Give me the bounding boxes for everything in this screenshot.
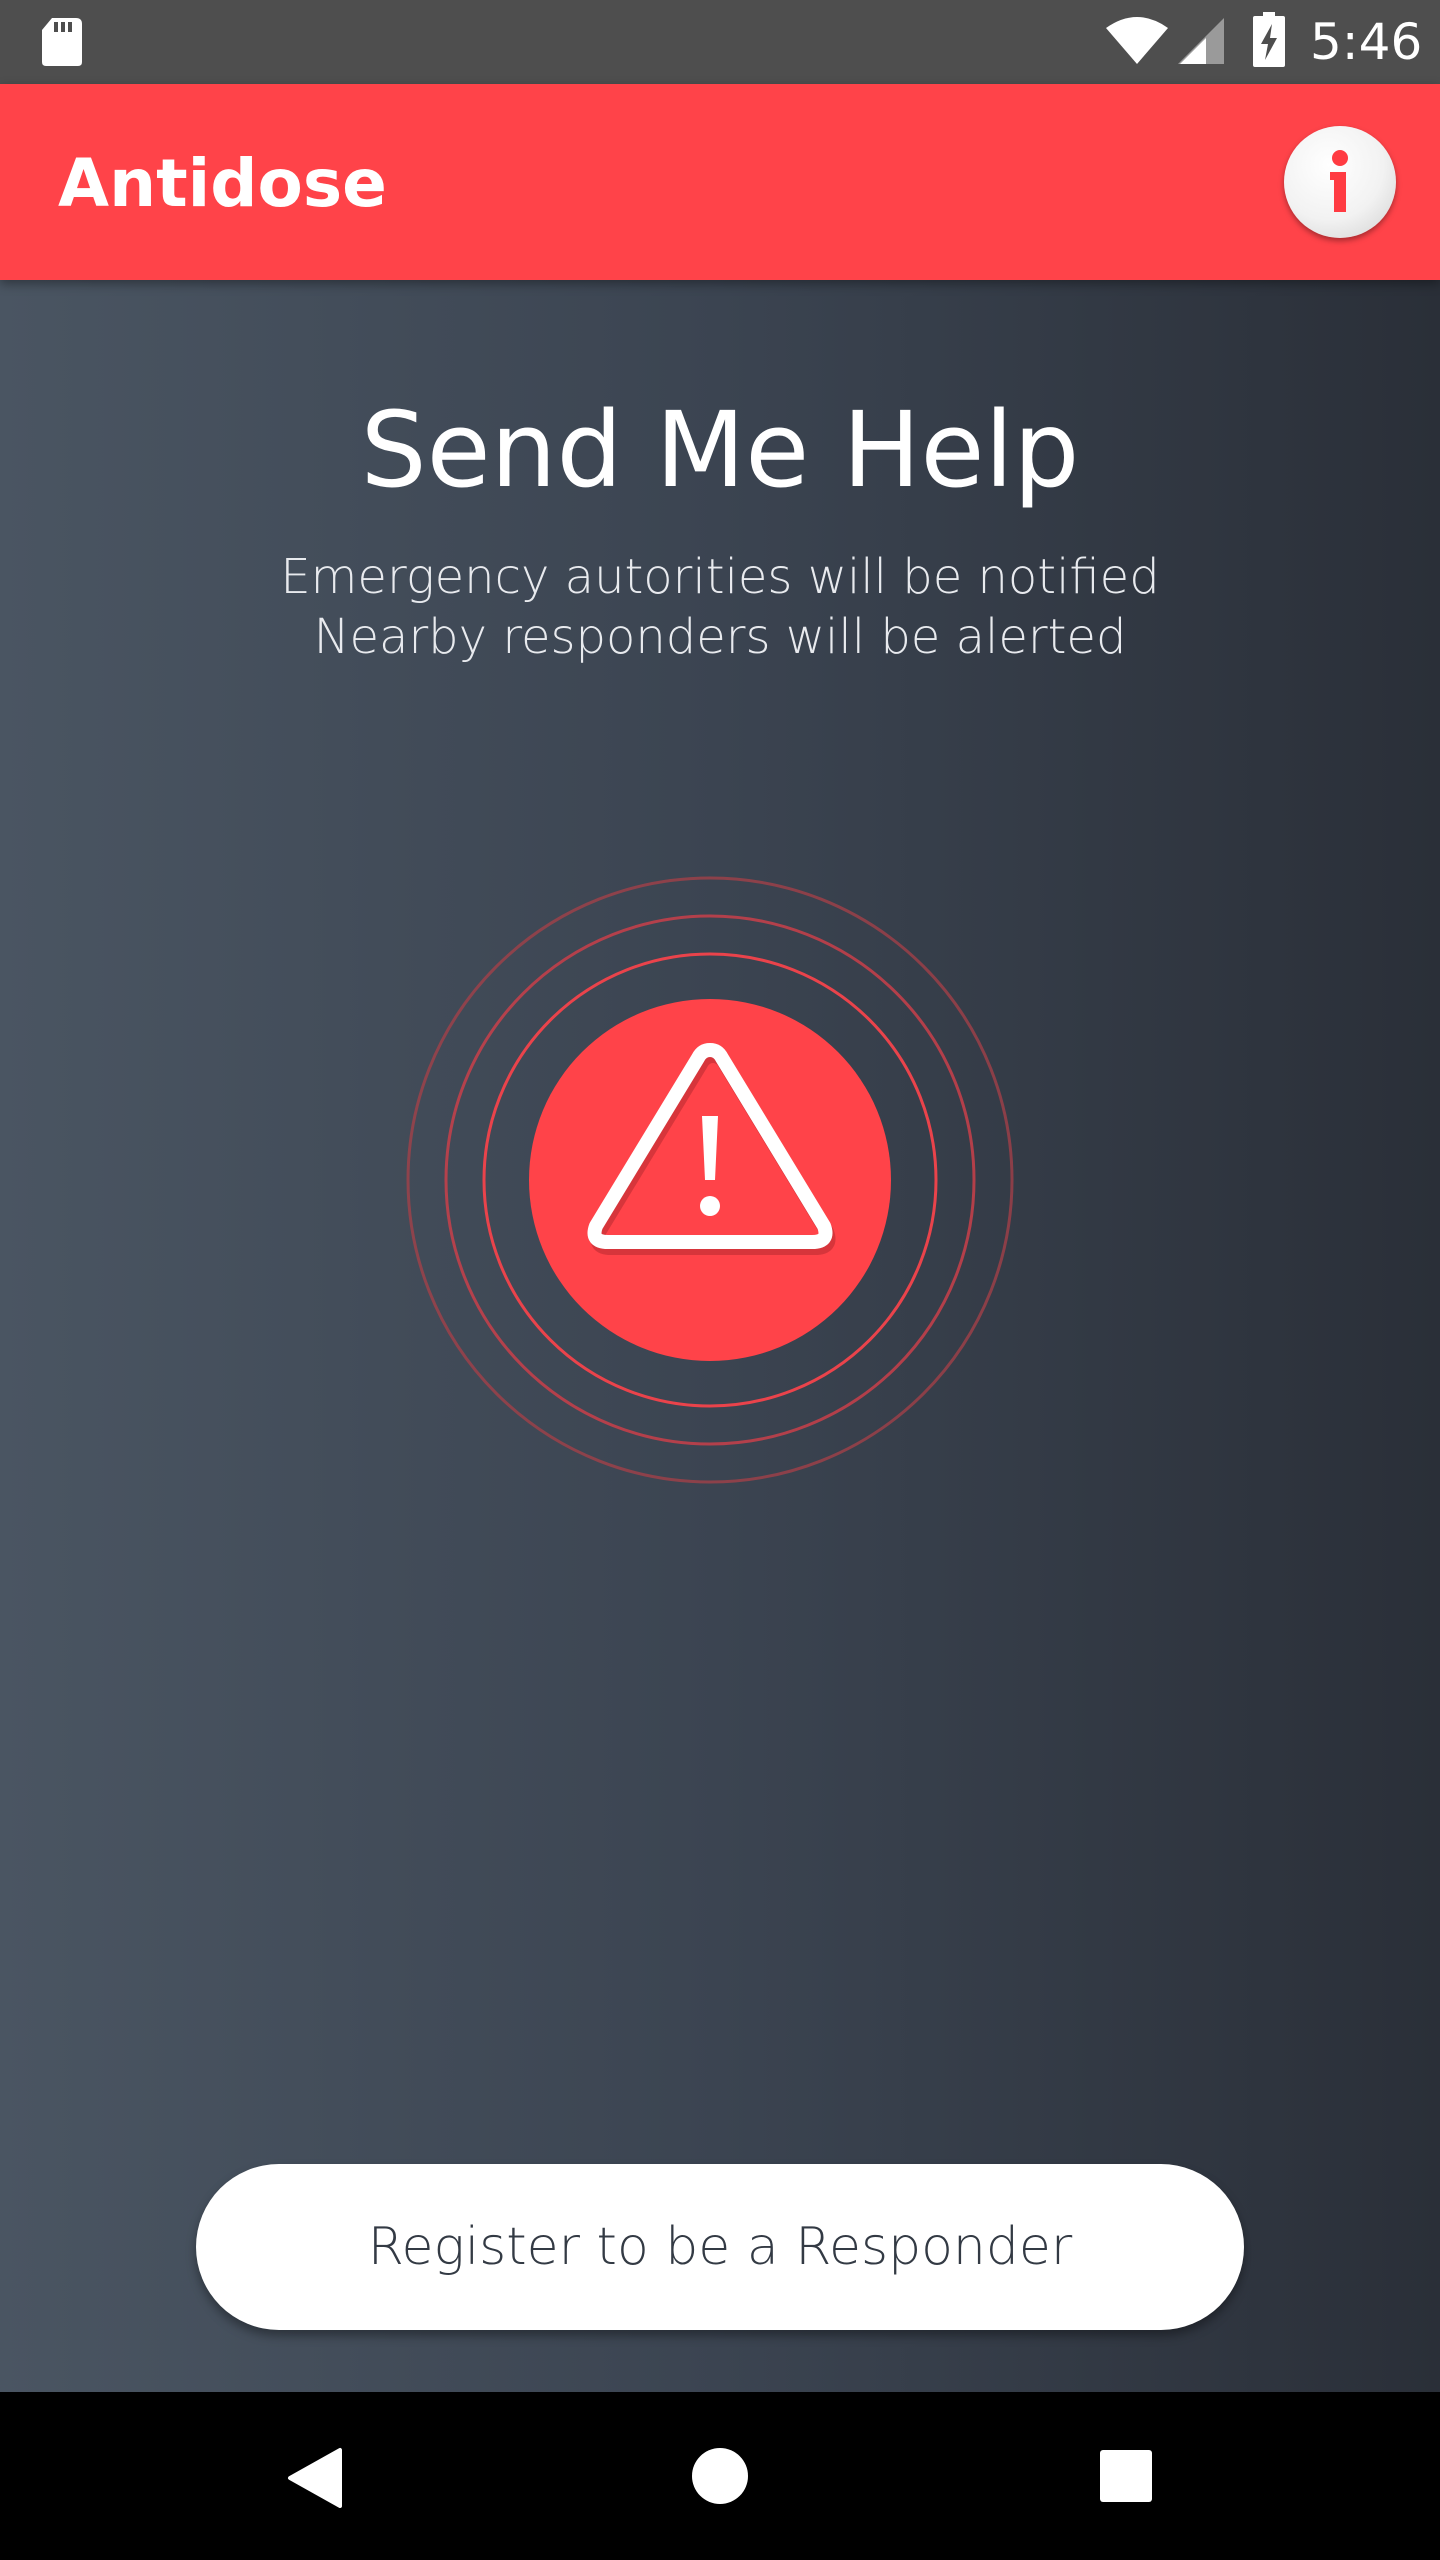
app-bar: Antidose <box>0 84 1440 280</box>
app-title: Antidose <box>58 145 387 222</box>
main-content: Send Me Help Emergency autorities will b… <box>0 280 1440 2392</box>
subtitle-line-1: Emergency autorities will be notified <box>280 549 1160 605</box>
subtitle-line-2: Nearby responders will be alerted <box>313 609 1127 665</box>
info-button[interactable] <box>1284 126 1396 238</box>
app-screen: 5:46 Antidose Send Me Help Emergency aut… <box>0 0 1440 2560</box>
home-icon[interactable] <box>690 2446 750 2506</box>
send-help-button[interactable] <box>400 870 1020 1490</box>
status-time: 5:46 <box>1310 13 1423 71</box>
page-title: Send Me Help <box>360 389 1080 511</box>
info-icon <box>1330 150 1348 212</box>
register-responder-button[interactable]: Register to be a Responder <box>196 2164 1244 2330</box>
battery-charging-icon <box>1253 12 1285 67</box>
cell-signal-icon <box>1178 18 1224 64</box>
back-icon[interactable] <box>286 2446 346 2510</box>
recents-icon[interactable] <box>1098 2448 1154 2504</box>
sd-card-icon <box>42 18 82 66</box>
help-button-graphic <box>406 876 1014 1484</box>
nav-bar <box>0 2392 1440 2560</box>
status-bar: 5:46 <box>0 0 1440 84</box>
wifi-icon <box>1106 17 1168 64</box>
